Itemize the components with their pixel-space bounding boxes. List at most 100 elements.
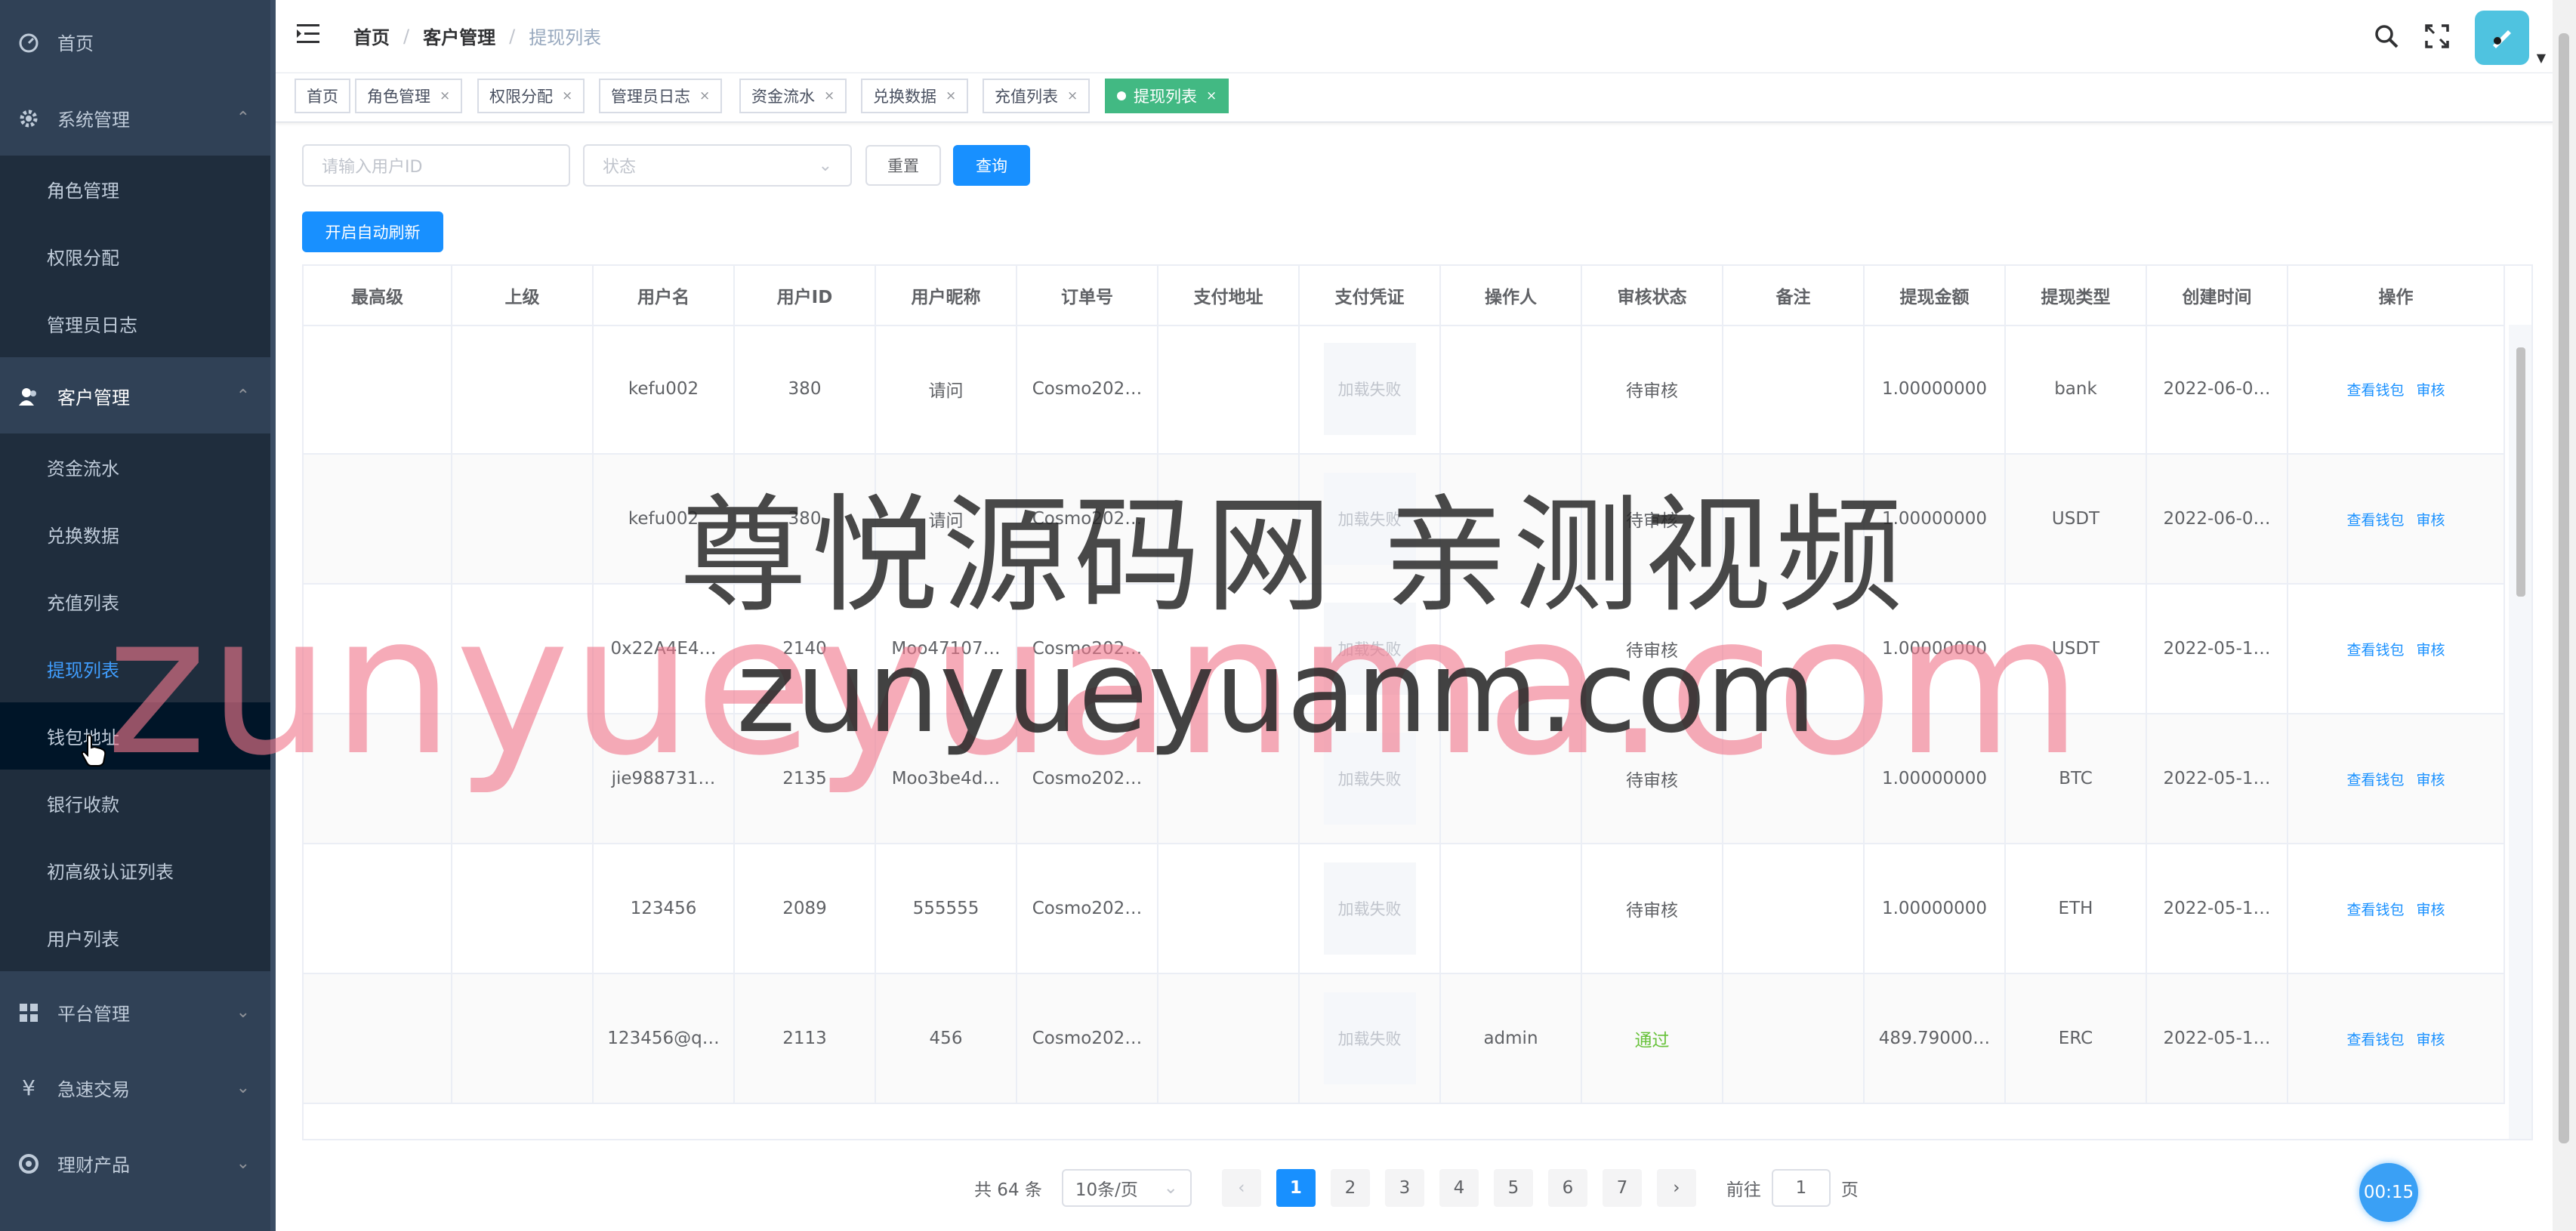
user-id-input[interactable]: 请输入用户ID bbox=[302, 144, 570, 187]
sidebar-group-system[interactable]: 系统管理 ⌃ bbox=[0, 81, 276, 156]
tag-exchange[interactable]: 兑换数据 × bbox=[861, 79, 969, 113]
view-wallet-link[interactable]: 查看钱包 bbox=[2346, 379, 2404, 400]
cell-order-no: Cosmo202… bbox=[1017, 325, 1158, 453]
tag-permission[interactable]: 权限分配 × bbox=[477, 79, 585, 113]
page-3[interactable]: 3 bbox=[1384, 1169, 1424, 1207]
review-link[interactable]: 审核 bbox=[2417, 899, 2445, 919]
sidebar-group-finance[interactable]: 理财产品 ⌄ bbox=[0, 1126, 276, 1201]
close-icon[interactable]: × bbox=[699, 88, 710, 103]
cell-user-id-text: 2113 bbox=[782, 1029, 827, 1048]
active-dot bbox=[1117, 91, 1126, 100]
page-6[interactable]: 6 bbox=[1547, 1169, 1587, 1207]
breadcrumb-customer[interactable]: 客户管理 bbox=[423, 23, 495, 49]
auto-refresh-button[interactable]: 开启自动刷新 bbox=[302, 211, 443, 252]
view-wallet-link[interactable]: 查看钱包 bbox=[2346, 899, 2404, 919]
proof-image[interactable]: 加载失败 bbox=[1323, 862, 1416, 955]
cell-operator bbox=[1441, 325, 1582, 453]
cell-username-text: kefu002 bbox=[628, 379, 699, 399]
cell-order-no-text: Cosmo202… bbox=[1032, 1029, 1143, 1048]
page-scrollbar-thumb[interactable] bbox=[2559, 33, 2569, 1143]
proof-image[interactable]: 加载失败 bbox=[1323, 343, 1416, 435]
tag-fund-flow[interactable]: 资金流水 × bbox=[739, 79, 847, 113]
sidebar-finance-label: 理财产品 bbox=[57, 1155, 130, 1176]
sidebar-item-kyc[interactable]: 初高级认证列表 bbox=[0, 837, 276, 904]
sidebar-group-platform[interactable]: 平台管理 ⌄ bbox=[0, 975, 276, 1050]
sidebar-item-permission[interactable]: 权限分配 bbox=[0, 223, 276, 290]
caret-down-icon[interactable]: ▼ bbox=[2537, 51, 2546, 65]
cell-remark bbox=[1723, 844, 1865, 973]
close-icon[interactable]: × bbox=[1067, 88, 1078, 103]
review-link[interactable]: 审核 bbox=[2417, 509, 2445, 529]
view-wallet-link[interactable]: 查看钱包 bbox=[2346, 1029, 2404, 1049]
page-size-select[interactable]: 10条/页 ⌄ bbox=[1061, 1169, 1192, 1207]
page-5[interactable]: 5 bbox=[1493, 1169, 1533, 1207]
goto-page-input[interactable]: 1 bbox=[1771, 1169, 1831, 1207]
close-icon[interactable]: × bbox=[1206, 88, 1217, 103]
view-wallet-link[interactable]: 查看钱包 bbox=[2346, 769, 2404, 789]
page-2[interactable]: 2 bbox=[1330, 1169, 1370, 1207]
col-remark: 备注 bbox=[1723, 266, 1865, 325]
chevron-down-icon: ⌄ bbox=[236, 1078, 250, 1097]
cell-created: 2022-05-1… bbox=[2147, 974, 2288, 1103]
avatar[interactable] bbox=[2474, 11, 2529, 65]
tag-recharge[interactable]: 充值列表 × bbox=[983, 79, 1091, 113]
scrollbar-thumb[interactable] bbox=[2516, 347, 2525, 597]
dashboard-icon bbox=[17, 30, 41, 54]
sidebar-item-label: 资金流水 bbox=[47, 458, 119, 480]
cell-amount-text: 1.00000000 bbox=[1881, 379, 1987, 399]
close-icon[interactable]: × bbox=[946, 88, 956, 103]
breadcrumb-current: 提现列表 bbox=[529, 27, 602, 48]
tag-withdraw[interactable]: 提现列表 × bbox=[1105, 79, 1229, 113]
cell-review-status-text: 待审核 bbox=[1626, 381, 1678, 401]
breadcrumb-home[interactable]: 首页 bbox=[353, 23, 390, 49]
page-1[interactable]: 1 bbox=[1276, 1169, 1316, 1207]
next-page-button[interactable]: › bbox=[1656, 1169, 1696, 1207]
review-link[interactable]: 审核 bbox=[2417, 639, 2445, 659]
sidebar-item-home[interactable]: 首页 bbox=[0, 5, 276, 79]
sidebar-item-exchange[interactable]: 兑换数据 bbox=[0, 501, 276, 568]
page-7[interactable]: 7 bbox=[1602, 1169, 1642, 1207]
cell-user-id: 2089 bbox=[735, 844, 876, 973]
pagination: 共 64 条 10条/页 ⌄ ‹ 1 2 3 4 5 6 7 › 前往 1 页 bbox=[974, 1167, 1859, 1209]
table-row: 123456@q… 2113 456 Cosmo202… 加载失败 admin 通过 489.… bbox=[304, 974, 2505, 1104]
sidebar-item-fund-flow[interactable]: 资金流水 bbox=[0, 433, 276, 501]
query-button[interactable]: 查询 bbox=[953, 145, 1030, 186]
cell-created-text: 2022-06-0… bbox=[2163, 379, 2271, 399]
close-icon[interactable]: × bbox=[440, 88, 450, 103]
fullscreen-icon[interactable] bbox=[2424, 24, 2449, 51]
hamburger-icon[interactable] bbox=[297, 23, 322, 47]
view-wallet-link[interactable]: 查看钱包 bbox=[2346, 509, 2404, 529]
view-wallet-link[interactable]: 查看钱包 bbox=[2346, 639, 2404, 659]
table-scrollbar[interactable] bbox=[2509, 325, 2531, 1139]
cell-type: bank bbox=[2006, 325, 2147, 453]
page-scrollbar[interactable] bbox=[2553, 0, 2576, 1231]
sidebar-item-admin-log[interactable]: 管理员日志 bbox=[0, 290, 276, 357]
tag-admin-log[interactable]: 管理员日志 × bbox=[599, 79, 723, 113]
review-link[interactable]: 审核 bbox=[2417, 1029, 2445, 1049]
tag-label: 提现列表 bbox=[1134, 88, 1197, 106]
sidebar-item-users[interactable]: 用户列表 bbox=[0, 904, 276, 971]
timer-badge[interactable]: 00:15 bbox=[2359, 1163, 2418, 1222]
status-select[interactable]: 状态 ⌄ bbox=[583, 144, 852, 187]
cell-type-text: bank bbox=[2054, 379, 2097, 399]
sidebar-item-role[interactable]: 角色管理 bbox=[0, 156, 276, 223]
prev-page-button[interactable]: ‹ bbox=[1221, 1169, 1261, 1207]
sidebar-group-quick-trade[interactable]: ¥ 急速交易 ⌄ bbox=[0, 1051, 276, 1125]
col-pay-address: 支付地址 bbox=[1158, 266, 1300, 325]
reset-button[interactable]: 重置 bbox=[865, 145, 941, 186]
cell-pay-proof: 加载失败 bbox=[1300, 325, 1441, 453]
cell-username: 123456 bbox=[594, 844, 735, 973]
proof-image[interactable]: 加载失败 bbox=[1323, 992, 1416, 1084]
tag-home[interactable]: 首页 bbox=[295, 79, 350, 113]
close-icon[interactable]: × bbox=[824, 88, 835, 103]
navbar-right: ▼ bbox=[2374, 11, 2546, 65]
close-icon[interactable]: × bbox=[562, 88, 572, 103]
review-link[interactable]: 审核 bbox=[2417, 379, 2445, 400]
sidebar-group-customer[interactable]: 客户管理 ⌃ bbox=[0, 359, 276, 433]
cell-nickname: 555555 bbox=[876, 844, 1017, 973]
review-link[interactable]: 审核 bbox=[2417, 769, 2445, 789]
search-icon[interactable] bbox=[2374, 23, 2399, 52]
tag-role[interactable]: 角色管理 × bbox=[355, 79, 463, 113]
breadcrumb-separator: / bbox=[509, 25, 516, 47]
page-4[interactable]: 4 bbox=[1439, 1169, 1479, 1207]
